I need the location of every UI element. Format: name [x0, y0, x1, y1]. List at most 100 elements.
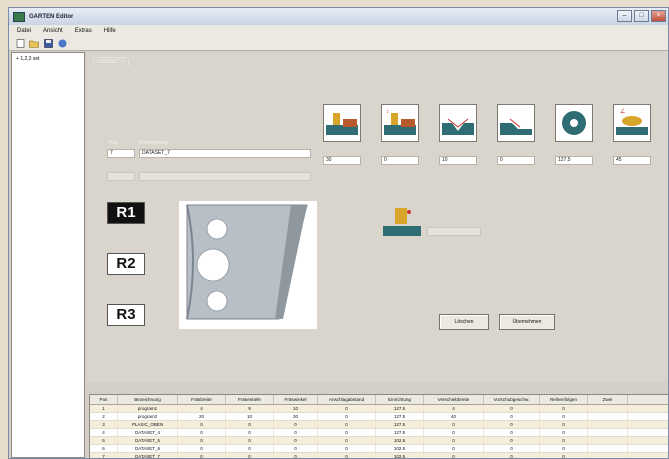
- grid-header: Pos Bezeichnung Fräsbreite Fräsentiefe Fräsw…: [90, 395, 668, 405]
- profile-tab[interactable]: DATASET_1: [93, 57, 129, 66]
- pos-field[interactable]: 7: [107, 149, 135, 158]
- table-row[interactable]: 3 PLASIC_OBEN 0 0 0 0 127.5 0 0 0: [90, 421, 668, 429]
- tool-icon-cut-width[interactable]: [323, 104, 361, 142]
- delete-button[interactable]: Löschen: [439, 314, 489, 330]
- tool-icon-cut-depth[interactable]: ↕: [381, 104, 419, 142]
- grid-cell: 0: [274, 421, 318, 428]
- table-row[interactable]: 6 DATASET_6 0 0 0 0 102.5 0 0 0: [90, 445, 668, 453]
- name-label: Bezeichnung: [139, 140, 168, 146]
- grid-cell: 0: [540, 437, 588, 444]
- tool-value-3[interactable]: 10: [439, 156, 477, 165]
- save-icon[interactable]: [43, 39, 53, 48]
- grid-header-cell[interactable]: Reihenfolgen: [540, 395, 588, 404]
- grid-cell: DATASET_6: [118, 445, 178, 452]
- minimize-button[interactable]: –: [617, 10, 632, 22]
- grid-cell: 0: [226, 453, 274, 458]
- open-folder-icon[interactable]: [29, 39, 39, 48]
- grid-header-cell[interactable]: Fräswinkel: [274, 395, 318, 404]
- grid-cell: 0: [178, 445, 226, 452]
- tool-value-1[interactable]: 30: [323, 156, 361, 165]
- table-row[interactable]: 7 DATASET_7 0 0 0 0 102.5 0 0 0: [90, 453, 668, 458]
- menu-bar: Datei Ansicht Extras Hilfe: [9, 25, 668, 37]
- apply-button[interactable]: Übernehmen: [499, 314, 555, 330]
- close-button[interactable]: ×: [651, 10, 666, 22]
- radius-r2-button[interactable]: R2: [107, 253, 145, 275]
- name-field[interactable]: DATASET_7: [139, 149, 311, 158]
- grid-cell: 102.5: [376, 437, 424, 444]
- tool-value-5[interactable]: 127.5: [555, 156, 593, 165]
- tool-value-6[interactable]: 45: [613, 156, 651, 165]
- table-row[interactable]: 4 DATASET_4 0 0 0 0 127.5 0 0 0: [90, 429, 668, 437]
- grid-header-cell[interactable]: Anschlagabstand: [318, 395, 376, 404]
- grid-cell: 127.5: [376, 429, 424, 436]
- tool-icon-bevel[interactable]: [497, 104, 535, 142]
- maximize-button[interactable]: □: [634, 10, 649, 22]
- grid-cell: 0: [178, 429, 226, 436]
- grid-cell: PLASIC_OBEN: [118, 421, 178, 428]
- grid-cell: 102.5: [376, 453, 424, 458]
- grid-cell: 0: [274, 429, 318, 436]
- grid-cell: 0: [484, 413, 540, 420]
- grid-cell: 9: [226, 405, 274, 412]
- new-file-icon[interactable]: [15, 39, 25, 48]
- table-row[interactable]: 1 program1 4 9 10 0 127.5 4 0 0: [90, 405, 668, 413]
- grid-cell: 0: [484, 437, 540, 444]
- grid-cell: 40: [424, 413, 484, 420]
- window-title: GARTEN Editor: [29, 13, 74, 20]
- radius-r3-button[interactable]: R3: [107, 304, 145, 326]
- grid-cell: 0: [274, 453, 318, 458]
- grid-cell: [588, 445, 628, 452]
- grid-header-cell[interactable]: Vorschubgeschw.: [484, 395, 540, 404]
- grid-header-cell[interactable]: Einrichtung: [376, 395, 424, 404]
- menu-datei[interactable]: Datei: [17, 28, 31, 34]
- grid-cell: 0: [226, 445, 274, 452]
- grid-cell: 0: [274, 445, 318, 452]
- grid-body: 1 program1 4 9 10 0 127.5 4 0 0 2 program2 20 10 30 0 12…: [90, 405, 668, 458]
- tree-root-item[interactable]: + 1,2,3 set: [16, 56, 80, 62]
- toolbar: [9, 37, 668, 51]
- profile-tab-label: DATASET_1: [97, 59, 125, 65]
- grid-cell: [588, 429, 628, 436]
- table-row[interactable]: 5 DATASET_5 0 0 0 0 102.5 0 0 0: [90, 437, 668, 445]
- menu-hilfe[interactable]: Hilfe: [104, 28, 116, 34]
- tool-icon-groove[interactable]: [439, 104, 477, 142]
- grid-cell: 0: [178, 421, 226, 428]
- title-bar[interactable]: GARTEN Editor – □ ×: [9, 8, 668, 25]
- menu-extras[interactable]: Extras: [75, 28, 92, 34]
- grid-cell: 0: [424, 453, 484, 458]
- tree-panel: + 1,2,3 set: [11, 52, 85, 458]
- grid-header-cell[interactable]: Bezeichnung: [118, 395, 178, 404]
- grid-cell: 0: [540, 421, 588, 428]
- grid-header-cell[interactable]: Fräsentiefe: [226, 395, 274, 404]
- grid-cell: 0: [540, 413, 588, 420]
- grid-header-cell[interactable]: Pos: [90, 395, 118, 404]
- grid-cell: 0: [178, 453, 226, 458]
- help-icon[interactable]: [57, 39, 67, 48]
- grid-cell: DATASET_7: [118, 453, 178, 458]
- grid-cell: 30: [274, 413, 318, 420]
- grid-cell: 0: [226, 429, 274, 436]
- blade-image: [179, 201, 317, 329]
- grid-cell: 127.5: [376, 413, 424, 420]
- grid-cell: 0: [318, 445, 376, 452]
- table-row[interactable]: 2 program2 20 10 30 0 127.5 40 0 0: [90, 413, 668, 421]
- grid-cell: 5: [90, 437, 118, 444]
- grid-header-cell[interactable]: Verschiebbreite: [424, 395, 484, 404]
- menu-ansicht[interactable]: Ansicht: [43, 28, 63, 34]
- grid-cell: 0: [484, 421, 540, 428]
- tool-value-2[interactable]: 0: [381, 156, 419, 165]
- grid-header-cell[interactable]: Zwei: [588, 395, 628, 404]
- grid-cell: 0: [226, 421, 274, 428]
- grid-header-cell[interactable]: Fräsbreite: [178, 395, 226, 404]
- data-grid: Pos Bezeichnung Fräsbreite Fräsentiefe Fräsw…: [89, 394, 668, 458]
- tool-icon-angle[interactable]: ∠: [613, 104, 651, 142]
- grid-cell: 6: [90, 445, 118, 452]
- window-controls: – □ ×: [617, 10, 666, 22]
- radius-r1-button[interactable]: R1: [107, 202, 145, 224]
- grid-cell: 10: [226, 413, 274, 420]
- grid-cell: 0: [424, 445, 484, 452]
- tool-icon-diameter[interactable]: [555, 104, 593, 142]
- grid-cell: 0: [424, 437, 484, 444]
- tool-value-4[interactable]: 0: [497, 156, 535, 165]
- grid-cell: 0: [540, 453, 588, 458]
